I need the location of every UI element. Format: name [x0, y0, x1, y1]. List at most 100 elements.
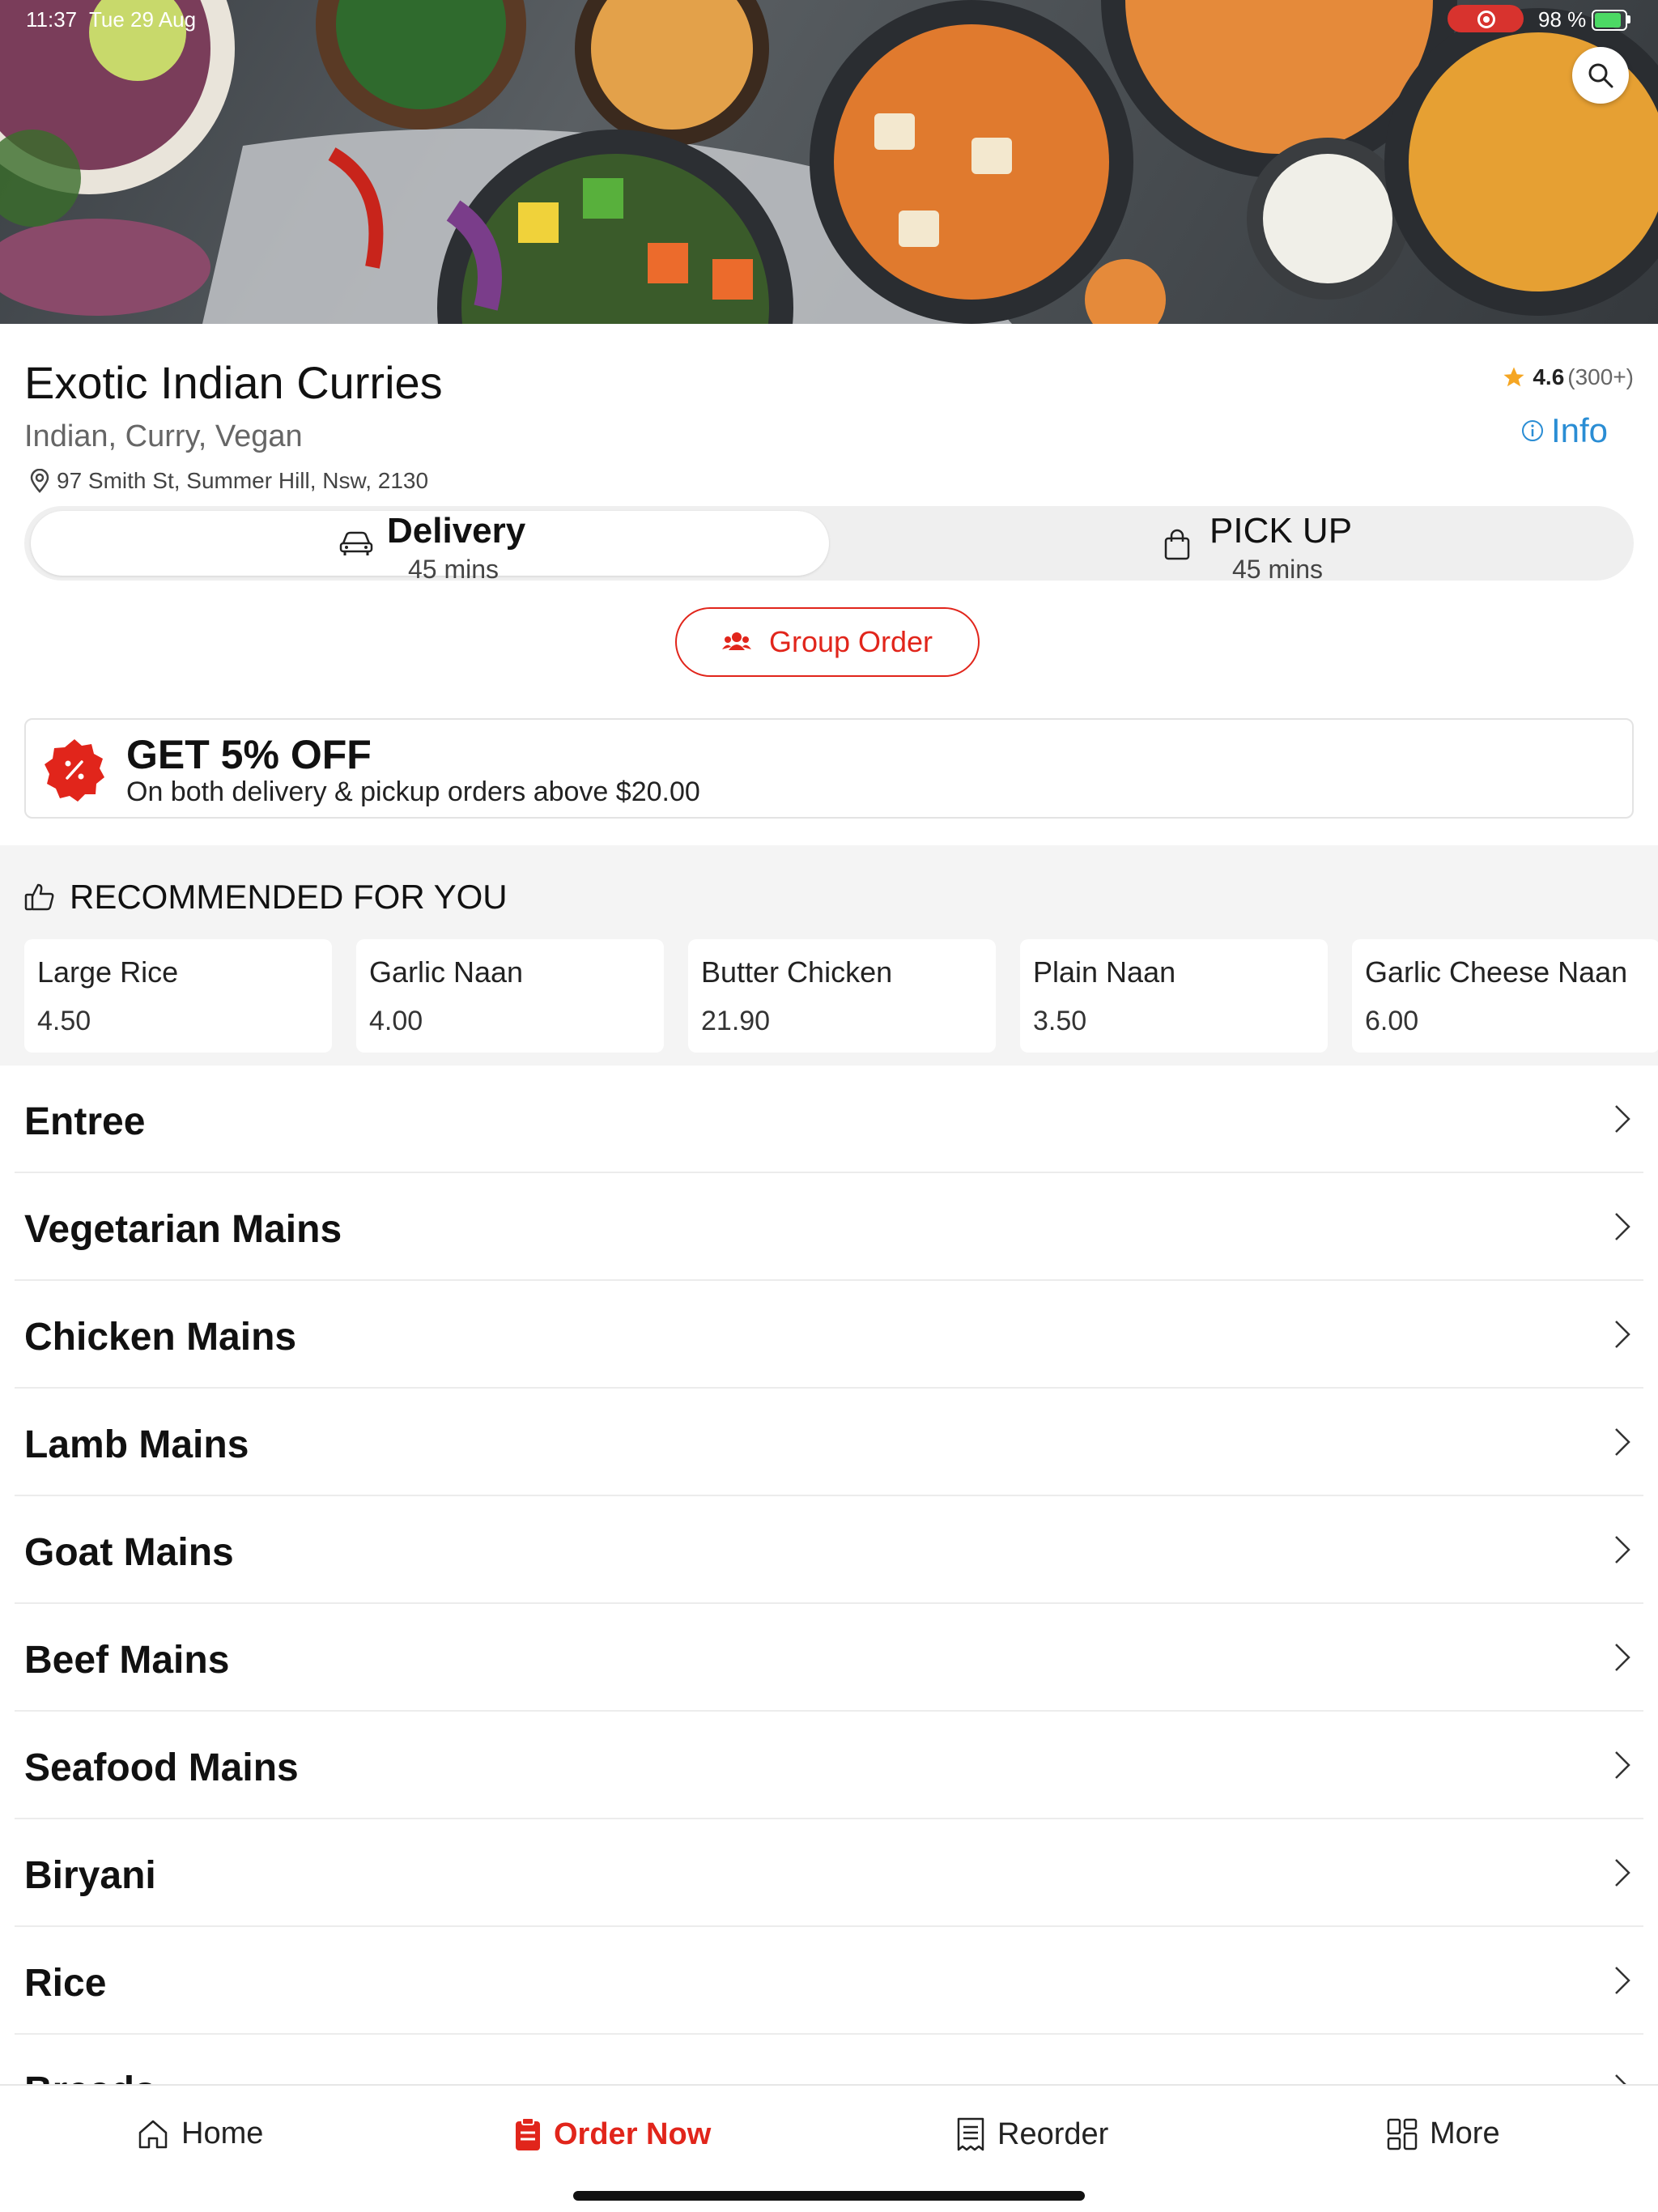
info-label: Info [1550, 411, 1608, 449]
restaurant-address: 97 Smith St, Summer Hill, Nsw, 2130 [29, 468, 428, 494]
chevron-right-icon [1615, 1751, 1630, 1779]
category-row-lamb-mains[interactable]: Lamb Mains [15, 1389, 1643, 1496]
recommended-item[interactable]: Plain Naan 3.50 [1020, 939, 1328, 1053]
category-row-seafood-mains[interactable]: Seafood Mains [15, 1712, 1643, 1819]
thumbs-up-icon [24, 883, 54, 911]
category-row-chicken-mains[interactable]: Chicken Mains [15, 1281, 1643, 1389]
order-clipboard-icon [516, 2117, 540, 2150]
category-label: Rice [24, 1962, 107, 2005]
category-label: Seafood Mains [24, 1746, 299, 1789]
category-row-beef-mains[interactable]: Beef Mains [15, 1604, 1643, 1712]
recommended-item[interactable]: Butter Chicken 21.90 [688, 939, 996, 1053]
address-text: 97 Smith St, Summer Hill, Nsw, 2130 [57, 468, 429, 493]
category-label: Vegetarian Mains [24, 1208, 342, 1251]
chevron-right-icon [1615, 1859, 1630, 1887]
category-label: Beef Mains [24, 1639, 230, 1682]
battery-percent: 98 % [1538, 7, 1587, 32]
recommended-item-name: Large Rice [37, 955, 179, 989]
recommended-heading: RECOMMENDED FOR YOU [70, 878, 508, 916]
recommended-item[interactable]: Garlic Naan 4.00 [356, 939, 664, 1053]
recommended-item-price: 21.90 [701, 1006, 771, 1036]
info-icon [1521, 420, 1543, 441]
delivery-time: 45 mins [408, 555, 500, 584]
chevron-right-icon [1615, 2074, 1626, 2084]
category-row-biryani[interactable]: Biryani [15, 1819, 1643, 1927]
category-row-goat-mains[interactable]: Goat Mains [15, 1496, 1643, 1604]
recommended-item-price: 4.50 [37, 1006, 91, 1036]
pickup-title: PICK UP [1209, 511, 1353, 551]
discount-badge-icon [45, 739, 104, 802]
recommended-item-name: Butter Chicken [701, 955, 893, 989]
tab-reorder[interactable]: Reorder [955, 2116, 1108, 2152]
home-icon [138, 2120, 168, 2148]
hero-banner: 11:37 Tue 29 Aug 98 % [0, 0, 1658, 324]
recommended-section: RECOMMENDED FOR YOU Large Rice 4.50 Garl… [0, 845, 1658, 1066]
delivery-option[interactable]: Delivery 45 mins [31, 511, 829, 584]
promo-subtitle: On both delivery & pickup orders above $… [126, 776, 700, 807]
status-time: 11:37 [26, 7, 78, 32]
restaurant-name: Exotic Indian Curries [24, 357, 443, 408]
location-pin-icon [30, 469, 49, 493]
recommended-item-price: 6.00 [1365, 1006, 1419, 1036]
group-order-button[interactable]: Group Order [675, 607, 980, 677]
restaurant-cuisine: Indian, Curry, Vegan [24, 419, 303, 453]
recommended-item[interactable]: Garlic Cheese Naan 6.00 [1352, 939, 1658, 1053]
category-label: Breads [24, 2069, 156, 2084]
screen-recording-indicator [1448, 5, 1524, 32]
delivery-title: Delivery [387, 511, 526, 551]
recommended-item[interactable]: Large Rice 4.50 [24, 939, 332, 1053]
tab-reorder-label: Reorder [997, 2116, 1109, 2151]
category-label: Chicken Mains [24, 1316, 297, 1359]
category-row-vegetarian-mains[interactable]: Vegetarian Mains [15, 1173, 1643, 1281]
chevron-right-icon [1615, 1967, 1630, 1994]
category-label: Entree [24, 1100, 146, 1143]
chevron-right-icon [1615, 1644, 1630, 1671]
category-row-entree[interactable]: Entree [15, 1066, 1643, 1173]
chevron-right-icon [1615, 1105, 1630, 1133]
chevron-right-icon [1615, 1321, 1630, 1348]
category-label: Lamb Mains [24, 1423, 249, 1466]
shopping-bag-icon [1164, 529, 1190, 560]
recommended-item-name: Plain Naan [1033, 955, 1176, 989]
tab-order-now[interactable]: Order Now [513, 2116, 711, 2152]
category-label: Goat Mains [24, 1531, 234, 1574]
car-icon [339, 531, 373, 555]
tab-more[interactable]: More [1386, 2116, 1500, 2151]
recommended-item-name: Garlic Cheese Naan [1365, 955, 1628, 989]
recommended-cards: Large Rice 4.50 Garlic Naan 4.00 Butter … [24, 939, 1658, 1053]
rating-score: 4.6 [1533, 364, 1565, 389]
status-date: Tue 29 Aug [89, 7, 197, 32]
order-mode-toggle: Delivery 45 mins PICK UP 45 mins [24, 506, 1634, 584]
tab-home-label: Home [181, 2116, 264, 2150]
tab-home[interactable]: Home [136, 2116, 263, 2151]
status-bar: 11:37 Tue 29 Aug 98 % [0, 0, 1658, 37]
restaurant-rating: 4.6 (300+) [1502, 364, 1634, 390]
recommended-item-price: 3.50 [1033, 1006, 1087, 1036]
home-indicator[interactable] [573, 2191, 1085, 2201]
star-icon [1503, 367, 1524, 387]
info-link[interactable]: Info [1520, 411, 1608, 450]
category-row-rice[interactable]: Rice [15, 1927, 1643, 2035]
chevron-right-icon [1615, 1213, 1630, 1240]
battery-icon [1592, 10, 1627, 31]
rating-count: (300+) [1567, 364, 1634, 389]
pickup-option[interactable]: PICK UP 45 mins [829, 511, 1627, 584]
tab-order-now-label: Order Now [554, 2116, 712, 2151]
group-users-icon [721, 632, 751, 650]
promo-banner: GET 5% OFF On both delivery & pickup ord… [24, 718, 1634, 819]
recommended-item-name: Garlic Naan [369, 955, 524, 989]
menu-category-list: Entree Vegetarian Mains Chicken Mains La… [0, 1066, 1658, 2084]
category-label: Biryani [24, 1854, 156, 1897]
chevron-right-icon [1615, 1536, 1630, 1563]
promo-title: GET 5% OFF [126, 732, 372, 777]
grid-menu-icon [1387, 2118, 1418, 2150]
recommended-header: RECOMMENDED FOR YOU [24, 878, 508, 917]
hero-food-image [0, 0, 1658, 324]
category-row-breads[interactable]: Breads [15, 2035, 1643, 2084]
tab-more-label: More [1430, 2116, 1500, 2150]
search-icon [1588, 63, 1613, 88]
group-order-label: Group Order [768, 625, 933, 658]
recommended-item-price: 4.00 [369, 1006, 423, 1036]
search-button[interactable] [1572, 47, 1629, 104]
pickup-time: 45 mins [1232, 555, 1324, 584]
